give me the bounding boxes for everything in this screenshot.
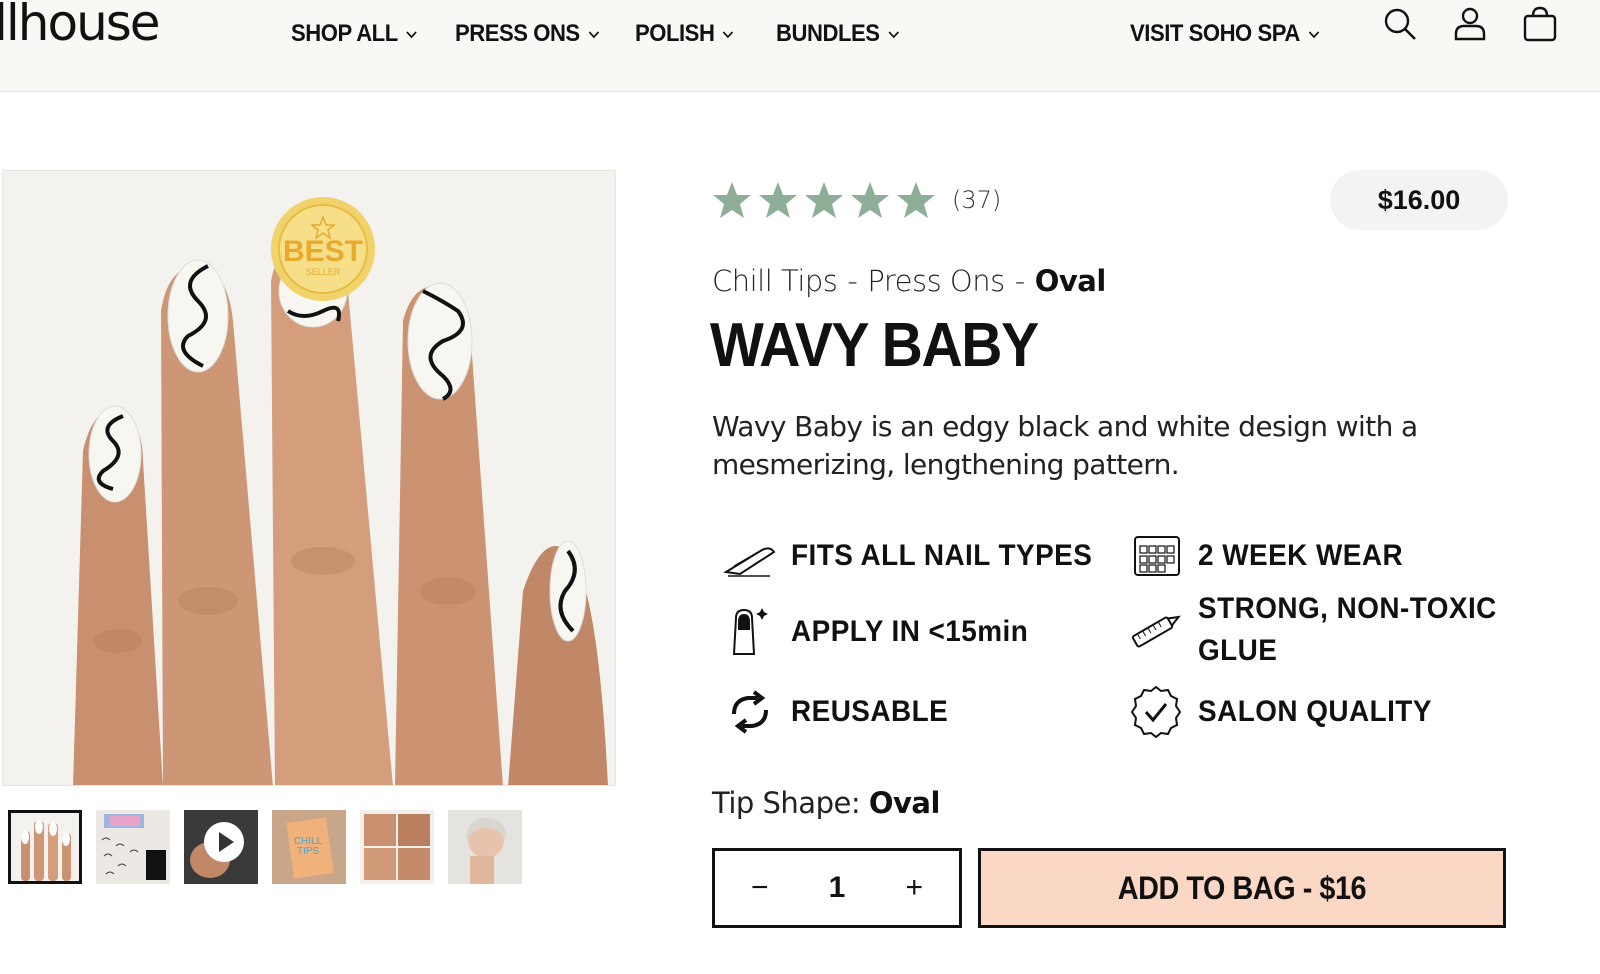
calendar-icon (1134, 536, 1180, 576)
increase-quantity-button[interactable]: + (905, 871, 923, 905)
feature-2-week: 2 WEEK WEAR (1130, 528, 1419, 584)
star-icon (759, 182, 797, 218)
account-icon[interactable] (1452, 6, 1488, 42)
thumbnail-hand[interactable] (8, 810, 82, 884)
product-type: Press Ons (867, 264, 1005, 298)
best-seller-badge: BEST SELLER (271, 197, 375, 301)
product-shape: Oval (1034, 264, 1107, 298)
feature-label: STRONG, NON-TOXIC GLUE (1198, 592, 1497, 667)
add-to-bag-label: ADD TO BAG - $16 (1117, 869, 1367, 906)
glue-icon (1131, 615, 1181, 648)
logo[interactable]: llhouse (0, 0, 161, 52)
nav-label: VISIT SOHO SPA (1130, 20, 1300, 47)
chevron-down-icon (406, 31, 417, 39)
search-icon[interactable] (1382, 6, 1418, 42)
feature-label: FITS ALL NAIL TYPES (791, 539, 1093, 572)
hand-thumbnail-image (11, 813, 79, 881)
review-count[interactable]: (37) (952, 186, 1001, 214)
nav-label: SHOP ALL (291, 20, 398, 47)
feature-label: APPLY IN <15min (791, 615, 1029, 648)
box-thumbnail-image: CHILLTIPS (272, 810, 346, 884)
star-icon (897, 182, 935, 218)
decrease-quantity-button[interactable]: − (751, 871, 769, 905)
packaging-thumbnail-image (96, 810, 170, 884)
rating[interactable]: (37) (712, 180, 1001, 220)
star-icon (851, 182, 889, 218)
feature-glue: STRONG, NON-TOXIC GLUE (1128, 588, 1528, 672)
price-badge: $16.00 (1330, 170, 1508, 230)
feature-label: 2 WEEK WEAR (1198, 539, 1404, 572)
chevron-down-icon (588, 31, 599, 39)
badge-subtext: SELLER (306, 267, 341, 277)
video-thumbnail-image (184, 810, 258, 884)
nail-apply-icon (732, 608, 768, 655)
nail-file-icon (723, 547, 776, 577)
feature-label: REUSABLE (791, 695, 949, 728)
feature-apply-time: APPLY IN <15min (722, 604, 1046, 660)
badge-text: BEST (283, 235, 363, 268)
nav-label: POLISH (635, 20, 715, 47)
chevron-down-icon (723, 31, 734, 39)
tip-shape-label: Tip Shape: (712, 786, 861, 820)
product-category: Chill Tips - Press Ons - Oval (712, 264, 1106, 298)
steps-thumbnail-image (360, 810, 434, 884)
star-icon (805, 182, 843, 218)
add-to-bag-button[interactable]: ADD TO BAG - $16 (978, 848, 1506, 928)
feature-fits-all: FITS ALL NAIL TYPES (722, 528, 1115, 584)
reuse-icon (732, 690, 768, 734)
thumbnail-packaging[interactable] (96, 810, 170, 884)
model-thumbnail-image (448, 810, 522, 884)
thumbnail-box[interactable]: CHILL TIPS (272, 810, 346, 884)
thumbnail-video[interactable] (184, 810, 258, 884)
product-description: Wavy Baby is an edgy black and white des… (712, 410, 1418, 481)
nav-bundles[interactable]: BUNDLES (776, 14, 911, 54)
nav-label: BUNDLES (776, 20, 880, 47)
tip-shape: Tip Shape: Oval (712, 786, 940, 820)
quantity-stepper: − 1 + (712, 848, 962, 928)
chevron-down-icon (888, 31, 899, 39)
svg-text:TIPS: TIPS (297, 846, 320, 857)
site-header: llhouse SHOP ALL PRESS ONS POLISH BUNDLE… (0, 0, 1600, 92)
product-title: WAVY BABY (710, 311, 1039, 380)
nav-visit-soho-spa[interactable]: VISIT SOHO SPA (1130, 14, 1337, 54)
thumbnail-steps[interactable] (360, 810, 434, 884)
tip-shape-value: Oval (868, 786, 941, 820)
quantity-value[interactable]: 1 (829, 871, 846, 905)
feature-label: SALON QUALITY (1198, 695, 1432, 728)
star-icon (713, 182, 751, 218)
feature-salon-quality: SALON QUALITY (1128, 684, 1450, 740)
nav-polish[interactable]: POLISH (635, 14, 743, 54)
nav-label: PRESS ONS (455, 20, 580, 47)
feature-reusable: REUSABLE (722, 684, 960, 740)
chevron-down-icon (1308, 31, 1319, 39)
product-line: Chill Tips (712, 264, 838, 298)
nav-press-ons[interactable]: PRESS ONS (455, 14, 613, 54)
thumbnail-strip: CHILL TIPS (8, 810, 522, 884)
product-main-image[interactable]: BEST SELLER (2, 170, 616, 786)
cart-icon[interactable] (1522, 6, 1558, 42)
check-badge-icon (1130, 685, 1182, 739)
thumbnail-model[interactable] (448, 810, 522, 884)
nav-shop-all[interactable]: SHOP ALL (291, 14, 429, 54)
